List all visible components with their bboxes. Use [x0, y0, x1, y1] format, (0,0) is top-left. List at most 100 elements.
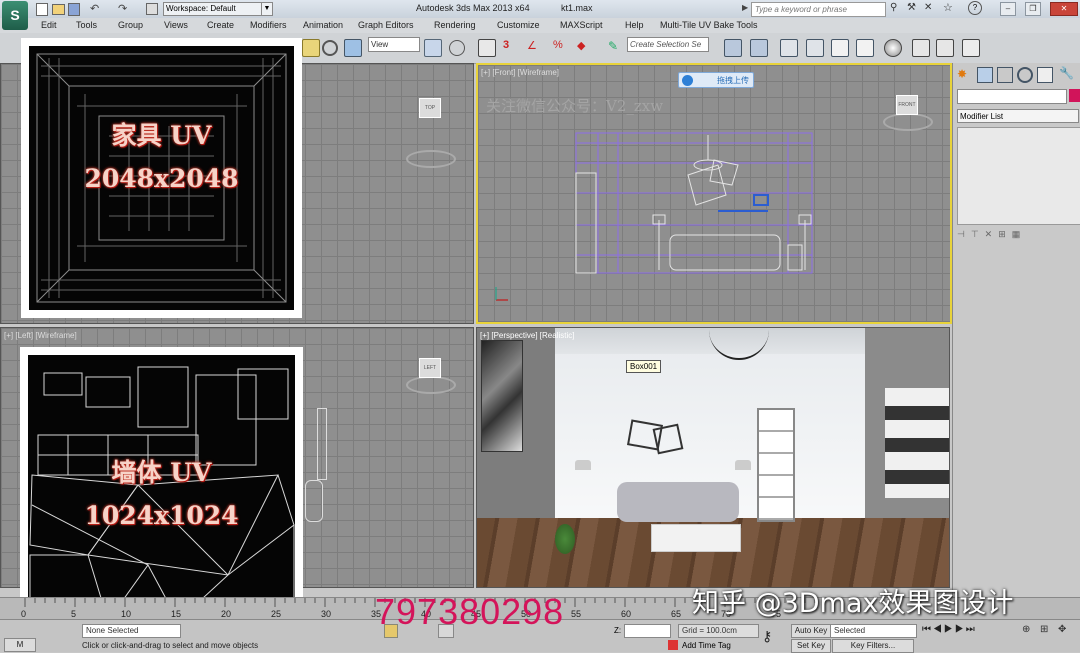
floor-lamp: [575, 460, 591, 470]
wall-uv-panel: 墙体 UV 1024x1024: [20, 347, 303, 630]
menu-modifiers[interactable]: Modifiers: [250, 20, 287, 30]
modifier-list-dropdown[interactable]: Modifier List: [957, 109, 1079, 123]
zoom-extents-icon[interactable]: ⊞: [1040, 624, 1048, 635]
object-color-swatch[interactable]: [1069, 89, 1080, 102]
menu-create[interactable]: Create: [207, 20, 234, 30]
wall-uv-map: 墙体 UV 1024x1024: [28, 355, 295, 622]
redo-icon[interactable]: ↷: [118, 2, 127, 15]
angle-snap-icon[interactable]: ∠: [527, 39, 543, 55]
utilities-tab-icon[interactable]: 🔧: [1059, 66, 1074, 80]
signature-overlay: 知乎 @3Dmax效果图设计: [692, 588, 1014, 619]
coffee-table: [651, 524, 741, 552]
select-move-icon[interactable]: [302, 39, 320, 57]
percent-snap-icon[interactable]: %: [553, 39, 569, 55]
menu-views[interactable]: Views: [164, 20, 188, 30]
floor-lamp: [735, 460, 751, 470]
playback-controls[interactable]: ⏮◀▶▶⏭: [922, 624, 977, 635]
menu-animation[interactable]: Animation: [303, 20, 343, 30]
key-mode-dropdown[interactable]: Selected: [830, 624, 917, 638]
quick-access-open-icon[interactable]: [52, 4, 65, 15]
motion-tab-icon[interactable]: [1017, 67, 1033, 83]
create-tab-icon[interactable]: ✸: [957, 67, 971, 81]
render-setup-icon[interactable]: [912, 39, 930, 57]
zoom-icon[interactable]: ⊕: [1022, 624, 1030, 635]
viewcube-top[interactable]: TOP: [419, 98, 441, 118]
hierarchy-tab-icon[interactable]: [997, 67, 1013, 83]
pan-icon[interactable]: ✥: [1058, 624, 1066, 635]
exchange-icon[interactable]: ✕: [924, 2, 932, 13]
layer-manager-icon[interactable]: [780, 39, 798, 57]
quick-access-new-icon[interactable]: [36, 3, 48, 16]
menu-tools[interactable]: Tools: [76, 20, 97, 30]
edit-named-selection-icon[interactable]: ✎: [608, 39, 624, 55]
curve-editor-icon[interactable]: [831, 39, 849, 57]
viewcube-ring: [406, 376, 456, 394]
select-manipulate-icon[interactable]: [449, 40, 465, 56]
spinner-snap-icon[interactable]: ◆: [577, 39, 593, 55]
viewcube-left[interactable]: LEFT: [419, 358, 441, 378]
workspace-dropdown[interactable]: Workspace: Default: [163, 2, 263, 16]
timeline-tick-label: 60: [621, 609, 631, 619]
undo-icon[interactable]: ↶: [90, 2, 99, 15]
z-coordinate-field[interactable]: [624, 624, 671, 638]
phone-overlay: 797380298: [375, 591, 565, 632]
box-tag[interactable]: Box001: [626, 360, 662, 373]
time-tag-icon[interactable]: [668, 640, 678, 650]
modify-tab-icon[interactable]: [977, 67, 993, 83]
menu-graph-editors[interactable]: Graph Editors: [358, 20, 414, 30]
set-key-icon[interactable]: ⚷: [762, 628, 772, 645]
help-icon[interactable]: ?: [968, 1, 982, 15]
object-name-field[interactable]: [957, 89, 1067, 104]
named-selection-dropdown[interactable]: Create Selection Se: [627, 37, 709, 52]
communication-icon[interactable]: ⚒: [907, 2, 916, 13]
workspace-dropdown-arrow-icon[interactable]: ▼: [261, 2, 273, 16]
wall-painting: [481, 340, 523, 452]
close-button[interactable]: ✕: [1050, 2, 1078, 16]
search-input[interactable]: Type a keyword or phrase: [751, 2, 886, 17]
furniture-uv-panel: 家具 UV 2048x2048: [21, 38, 302, 318]
menu-group[interactable]: Group: [118, 20, 143, 30]
quick-access-save-icon[interactable]: [68, 3, 80, 16]
front-wireframe-scene: [495, 132, 813, 301]
menu-edit[interactable]: Edit: [41, 20, 57, 30]
app-logo-icon[interactable]: S: [2, 1, 28, 30]
maxscript-listener-tab[interactable]: M: [4, 638, 36, 652]
side-wireframe: [305, 480, 323, 522]
timeline-tick-label: 25: [271, 609, 281, 619]
select-scale-icon[interactable]: [344, 39, 362, 57]
menu-customize[interactable]: Customize: [497, 20, 540, 30]
viewport-front[interactable]: [+] [Front] [Wireframe] 拖拽上传 关注微信公众号：V2_…: [476, 63, 952, 324]
reference-coord-dropdown[interactable]: View: [368, 37, 420, 52]
pivot-center-icon[interactable]: [424, 39, 442, 57]
bookshelf: [885, 388, 949, 498]
timeline-tick-label: 55: [571, 609, 581, 619]
title-bar: S ↶ ↷ Workspace: Default ▼ Autodesk 3ds …: [0, 0, 1080, 30]
favorites-icon[interactable]: ☆: [943, 1, 953, 14]
menu-maxscript[interactable]: MAXScript: [560, 20, 603, 30]
menu-rendering[interactable]: Rendering: [434, 20, 476, 30]
minimize-button[interactable]: –: [1000, 2, 1016, 16]
display-tab-icon[interactable]: [1037, 67, 1053, 83]
rendered-frame-icon[interactable]: [936, 39, 954, 57]
file-name: kt1.max: [561, 3, 593, 13]
hold-icon[interactable]: [146, 3, 158, 15]
material-editor-icon[interactable]: [884, 39, 902, 57]
viewport-perspective[interactable]: [+] [Perspective] [Realistic] Box001: [476, 327, 950, 588]
add-time-tag[interactable]: Add Time Tag: [682, 641, 731, 650]
furniture-uv-title: 家具 UV: [111, 121, 212, 150]
binoculars-icon[interactable]: ⚲: [890, 2, 897, 13]
menu-uv-bake-tools[interactable]: Multi-Tile UV Bake Tools: [660, 20, 758, 30]
search-arrow-icon[interactable]: ▶: [742, 3, 748, 12]
keyboard-shortcut-icon[interactable]: [478, 39, 496, 57]
mirror-icon[interactable]: [724, 39, 742, 57]
render-production-icon[interactable]: [962, 39, 980, 57]
schematic-view-icon[interactable]: [856, 39, 874, 57]
auto-key-button[interactable]: Auto Key: [791, 624, 831, 638]
restore-button[interactable]: ❐: [1025, 2, 1041, 16]
menu-help[interactable]: Help: [625, 20, 644, 30]
align-icon[interactable]: [750, 39, 768, 57]
select-rotate-icon[interactable]: [322, 40, 338, 56]
snap-toggle-icon[interactable]: 3: [503, 39, 519, 55]
ribbon-icon[interactable]: [806, 39, 824, 57]
modifier-stack[interactable]: [957, 127, 1080, 225]
